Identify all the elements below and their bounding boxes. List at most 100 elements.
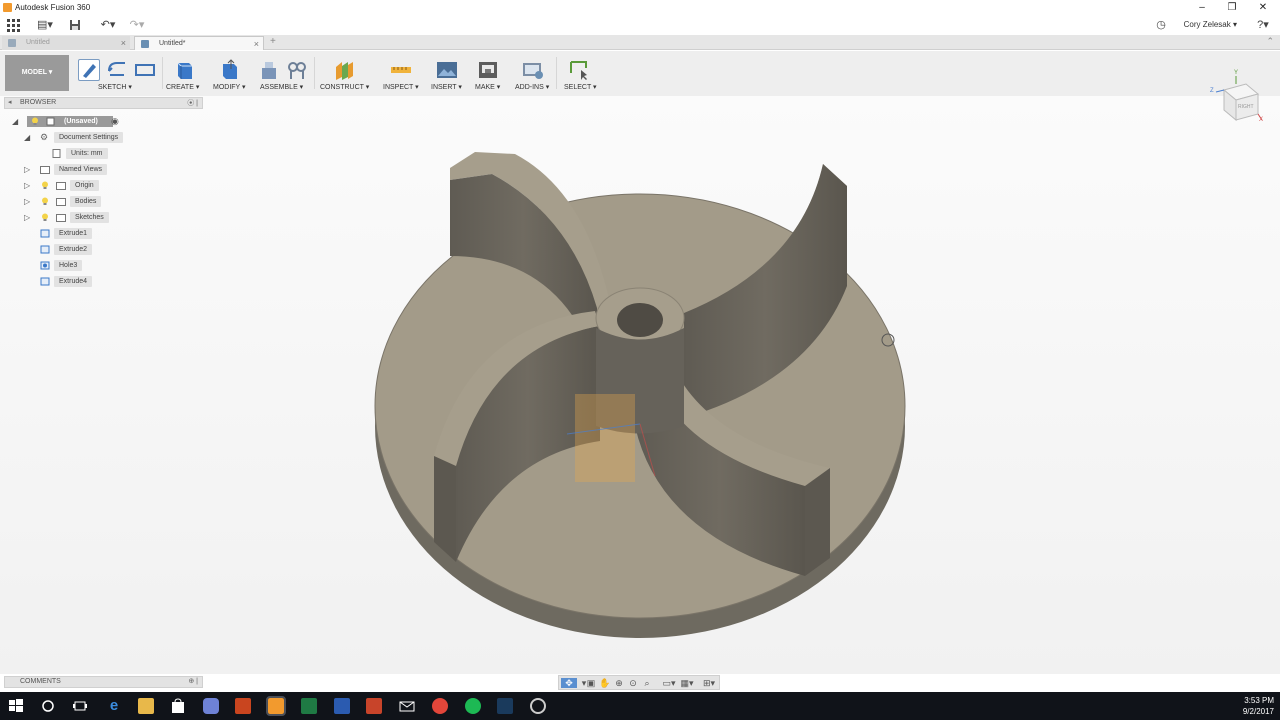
steam-icon[interactable] (497, 698, 513, 714)
look-at-icon[interactable]: ▣ (585, 678, 597, 688)
undo-icon[interactable]: ↶▾ (96, 19, 120, 32)
excel-icon[interactable] (301, 698, 317, 714)
timeline-feature-extrude1[interactable]: Extrude1 (38, 227, 108, 240)
pin-panel-icon[interactable]: ⦿ | (187, 98, 198, 108)
powerpoint-icon[interactable] (366, 698, 382, 714)
view-cube-face-label: RIGHT (1238, 104, 1254, 110)
display-settings-icon[interactable]: ▭▾ (661, 678, 677, 688)
offset-plane-icon[interactable] (333, 59, 355, 81)
create-sketch-icon[interactable] (78, 59, 100, 81)
grid-snaps-icon[interactable]: ▦▾ (679, 678, 695, 688)
tree-node-bodies[interactable]: ▷ Bodies (24, 195, 134, 208)
windows-start-icon[interactable] (8, 698, 24, 714)
visibility-bulb-icon[interactable] (41, 181, 49, 190)
redo-icon[interactable]: ↷▾ (125, 19, 149, 32)
view-cube[interactable]: RIGHT Z X Y (1208, 70, 1266, 128)
close-tab-icon[interactable]: × (254, 37, 259, 51)
save-icon[interactable] (68, 19, 82, 32)
viewports-icon[interactable]: ⊞▾ (701, 678, 717, 688)
assemble-group[interactable]: ASSEMBLE ▾ (258, 53, 312, 95)
zoom-icon[interactable]: ⊕ (613, 678, 625, 688)
word-icon[interactable] (334, 698, 350, 714)
app-r-icon[interactable] (235, 698, 251, 714)
new-component-icon[interactable] (258, 59, 280, 81)
expand-triangle-icon[interactable]: ▷ (24, 163, 34, 176)
close-tab-icon[interactable]: × (121, 36, 126, 50)
comments-panel[interactable]: COMMENTS ⊕ | (4, 676, 203, 688)
tree-node-root[interactable]: ◢ (Unsaved) ◉ (12, 115, 132, 128)
discord-icon[interactable] (203, 698, 219, 714)
tree-node-origin[interactable]: ▷ Origin (24, 179, 134, 192)
tab-untitled-active[interactable]: Untitled* × (134, 36, 264, 50)
expand-triangle-icon[interactable]: ▷ (24, 195, 34, 208)
sketch-group[interactable]: SKETCH ▾ (76, 53, 158, 95)
edge-browser-icon[interactable]: e (106, 698, 122, 714)
select-group[interactable]: SELECT ▾ (561, 53, 601, 95)
insert-group[interactable]: INSERT ▾ (429, 53, 467, 95)
joint-icon[interactable] (286, 59, 308, 81)
file-menu-icon[interactable]: ▤▾ (34, 19, 56, 32)
fusion360-taskbar-icon[interactable] (266, 696, 286, 716)
store-icon[interactable] (170, 698, 186, 714)
inspect-group[interactable]: INSPECT ▾ (381, 53, 421, 95)
file-explorer-icon[interactable] (138, 698, 154, 714)
collapse-triangle-icon[interactable]: ◢ (24, 131, 34, 144)
expand-triangle-icon[interactable]: ▷ (24, 211, 34, 224)
new-tab-button[interactable]: + (270, 36, 276, 47)
chrome-icon[interactable] (432, 698, 448, 714)
tree-node-sketches[interactable]: ▷ Sketches (24, 211, 134, 224)
visibility-bulb-icon[interactable] (41, 197, 49, 206)
create-group[interactable]: CREATE ▾ (166, 53, 204, 95)
help-icon[interactable]: ?▾ (1252, 19, 1274, 32)
expand-triangle-icon[interactable]: ▷ (24, 179, 34, 192)
insert-image-icon[interactable] (436, 59, 458, 81)
task-view-icon[interactable] (72, 698, 88, 714)
spotify-icon[interactable] (465, 698, 481, 714)
extrude-icon[interactable] (173, 59, 195, 81)
make-group[interactable]: MAKE ▾ (473, 53, 507, 95)
tree-node-units[interactable]: Units: mm (52, 147, 112, 160)
tab-untitled[interactable]: Untitled × (2, 36, 130, 50)
tree-node-named-views[interactable]: ▷ Named Views (24, 163, 134, 176)
timeline-feature-extrude4[interactable]: Extrude4 (38, 275, 108, 288)
visibility-bulb-icon[interactable] (41, 213, 49, 222)
user-account-menu[interactable]: Cory Zelesak ▾ (1184, 20, 1237, 29)
browser-header[interactable]: ◂ BROWSER ⦿ | (4, 97, 203, 109)
3d-print-icon[interactable] (477, 59, 499, 81)
axis-label-y: Y (1234, 70, 1239, 76)
job-status-clock-icon[interactable]: ◷ (1154, 19, 1168, 32)
timeline-feature-hole3[interactable]: Hole3 (38, 259, 108, 272)
addins-group[interactable]: ADD-INS ▾ (513, 53, 553, 95)
rectangle-icon[interactable] (134, 59, 156, 81)
data-panel-grid-icon[interactable] (6, 19, 20, 32)
search-icon[interactable] (40, 698, 56, 714)
workspace-mode-button[interactable]: MODEL ▾ (5, 55, 69, 91)
close-button[interactable]: ✕ (1248, 0, 1278, 16)
system-clock[interactable]: 3:53 PM 9/2/2017 (1243, 695, 1274, 717)
orbit-tool-icon[interactable]: ✥ (561, 678, 577, 688)
press-pull-icon[interactable] (219, 59, 241, 81)
expand-tabs-icon[interactable]: ⌃ (1266, 36, 1274, 47)
select-icon[interactable] (568, 59, 590, 81)
zoom-window-icon[interactable]: ⌕ (641, 678, 653, 688)
collapse-panel-icon[interactable]: ◂ (8, 98, 12, 106)
add-comment-icon[interactable]: ⊕ | (188, 677, 198, 685)
fit-icon[interactable]: ⊙ (627, 678, 639, 688)
line-icon[interactable] (106, 59, 128, 81)
construct-group[interactable]: CONSTRUCT ▾ (318, 53, 372, 95)
pan-hand-icon[interactable]: ✋ (599, 678, 611, 688)
minimize-button[interactable]: – (1187, 0, 1217, 16)
measure-icon[interactable] (390, 59, 412, 81)
document-icon (141, 40, 149, 48)
restore-button[interactable]: ❐ (1217, 0, 1247, 16)
collapse-triangle-icon[interactable]: ◢ (12, 115, 22, 128)
visibility-bulb-icon[interactable] (31, 117, 39, 126)
timeline-feature-extrude2[interactable]: Extrude2 (38, 243, 108, 256)
origin-planes (575, 394, 635, 482)
modify-group[interactable]: MODIFY ▾ (211, 53, 251, 95)
activate-radio-icon[interactable]: ◉ (111, 115, 119, 128)
tree-node-document-settings[interactable]: ◢ ⚙ Document Settings (24, 131, 134, 144)
scripts-addins-icon[interactable] (522, 59, 544, 81)
mail-icon[interactable] (399, 698, 415, 714)
settings-app-icon[interactable] (530, 698, 546, 714)
